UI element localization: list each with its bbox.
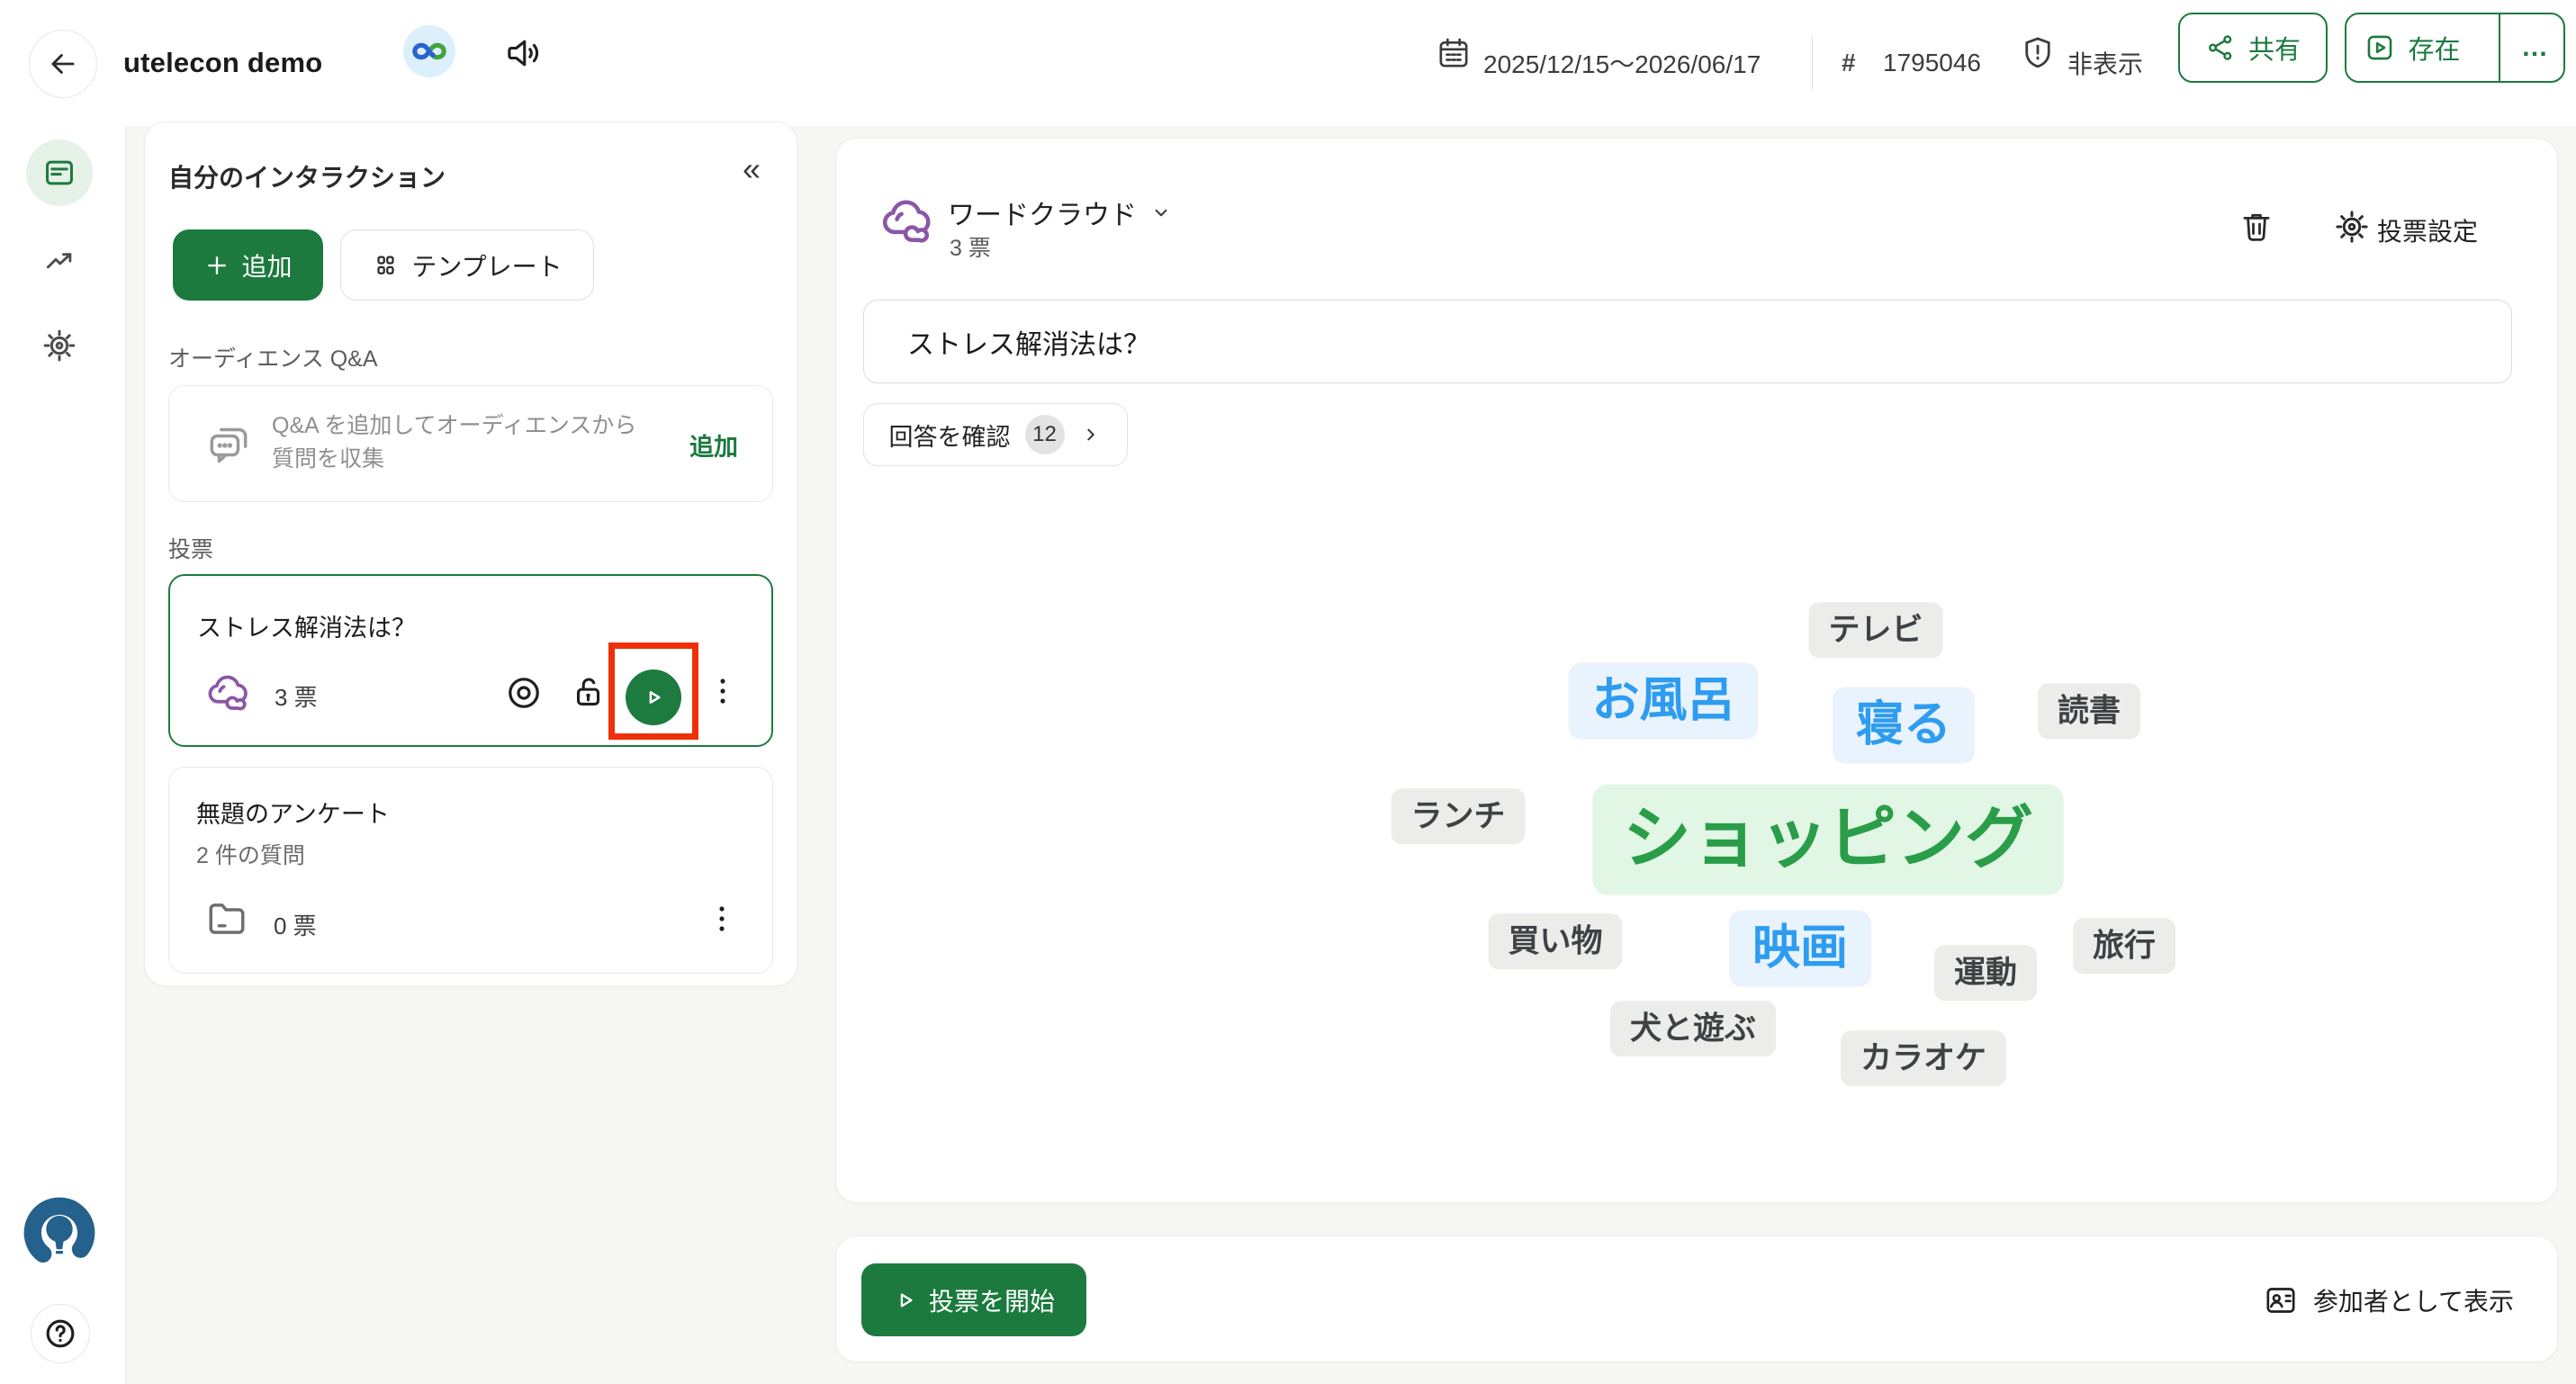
start-poll-label: 投票を開始 <box>929 1282 1055 1318</box>
wordcloud-word: ランチ <box>1391 788 1525 844</box>
poll-votes: 3 票 <box>275 679 318 713</box>
divider <box>1812 36 1813 90</box>
template-button[interactable]: テンプレート <box>340 229 594 301</box>
shield-alert-icon <box>2019 34 2057 72</box>
survey-folder-icon <box>203 895 250 942</box>
template-button-label: テンプレート <box>411 247 562 283</box>
poll-title: ストレス解消法は？ <box>197 608 416 643</box>
panel-title: 自分のインタラクション <box>168 158 446 194</box>
event-code: 1795046 <box>1883 0 1981 126</box>
survey-votes: 0 票 <box>274 908 317 941</box>
template-grid-icon <box>372 252 399 279</box>
survey-title: 無題のアンケート <box>196 795 390 830</box>
rail-item-interactions[interactable] <box>26 139 93 206</box>
qa-add-link[interactable]: 追加 <box>689 427 738 463</box>
arrow-left-icon <box>46 47 80 81</box>
wordcloud-word: 旅行 <box>2073 918 2175 974</box>
participant-window-icon <box>2263 1282 2299 1318</box>
qa-promo-card: Q&A を追加してオーディエンスから 質問を収集 追加 <box>168 385 773 502</box>
date-range: 2025/12/15〜2026/06/17 <box>1483 0 1761 126</box>
top-bar: utelecon demo 2025/12/15〜2026/06/17 <box>0 0 2576 126</box>
webex-logo-badge <box>403 25 455 77</box>
add-button-label: 追加 <box>241 247 292 283</box>
back-button[interactable] <box>29 30 97 98</box>
play-outline-icon <box>893 1288 918 1313</box>
start-poll-play-button[interactable] <box>626 670 681 725</box>
hidden-label[interactable]: 非表示 <box>2067 0 2143 126</box>
left-rail <box>0 126 126 1384</box>
calendar-icon <box>1436 35 1472 71</box>
collapse-panel-icon[interactable]: « <box>743 153 761 185</box>
wordcloud-type-icon <box>203 668 253 718</box>
view-as-participant-label: 参加者として表示 <box>2313 1282 2514 1318</box>
survey-menu-icon[interactable] <box>702 899 742 939</box>
utelecon-logo <box>21 1194 98 1272</box>
wordcloud-word: 寝る <box>1833 688 1975 764</box>
add-button[interactable]: 追加 <box>173 229 323 301</box>
chat-bubbles-icon <box>203 420 254 471</box>
wordcloud-word: テレビ <box>1808 602 1942 658</box>
present-play-icon <box>2364 32 2395 63</box>
interactions-panel: 自分のインタラクション « 追加 テンプレート オーディエンス Q&A <box>144 121 797 986</box>
poll-action-bar: 投票を開始 参加者として表示 <box>835 1236 2558 1362</box>
poll-card-survey[interactable]: 無題のアンケート 2 件の質問 0 票 <box>168 767 773 974</box>
more-options-button[interactable]: … <box>2499 14 2571 81</box>
rail-item-settings[interactable] <box>26 312 93 379</box>
poll-card-selected[interactable]: ストレス解消法は？ 3 票 <box>168 574 773 747</box>
webex-logo-icon <box>411 33 447 69</box>
qa-promo-text: Q&A を追加してオーディエンスから 質問を収集 <box>272 409 668 476</box>
question-mark-icon <box>42 1316 78 1352</box>
present-split-button: 存在 … <box>2345 13 2565 83</box>
wordcloud-word: 買い物 <box>1488 913 1622 969</box>
share-icon <box>2205 32 2236 63</box>
poll-menu-icon[interactable] <box>703 671 743 711</box>
help-button[interactable] <box>31 1304 90 1363</box>
trending-up-icon <box>42 243 77 277</box>
view-as-participant[interactable]: 参加者として表示 <box>2263 1236 2514 1363</box>
wordcloud-word: ショッピング <box>1592 785 2064 895</box>
gear-icon <box>41 328 77 364</box>
start-poll-button[interactable]: 投票を開始 <box>861 1263 1086 1336</box>
share-button[interactable]: 共有 <box>2178 13 2328 83</box>
present-button[interactable]: 存在 <box>2339 14 2486 81</box>
ellipsis-icon: … <box>2521 32 2550 63</box>
wordcloud: テレビお風呂寝る 読書ランチ ショッピング買い物 映画 運動旅行犬と遊ぶカラオケ <box>836 139 2557 1202</box>
hash-icon: # <box>1842 0 1856 126</box>
share-button-label: 共有 <box>2248 29 2301 67</box>
present-button-label: 存在 <box>2408 29 2460 67</box>
wordcloud-word: お風呂 <box>1569 663 1759 740</box>
interactions-card-icon <box>42 156 77 190</box>
lightbulb-logo-icon <box>21 1194 98 1272</box>
app-screen: utelecon demo 2025/12/15〜2026/06/17 <box>0 0 2576 1384</box>
lock-open-icon[interactable] <box>568 671 609 713</box>
rail-item-analytics[interactable] <box>26 227 93 293</box>
announcement-icon[interactable] <box>502 33 542 73</box>
wordcloud-word: 読書 <box>2038 683 2140 739</box>
results-visible-icon[interactable] <box>502 671 545 714</box>
wordcloud-word: 映画 <box>1729 911 1871 987</box>
polls-section-label: 投票 <box>168 532 213 564</box>
wordcloud-word: 犬と遊ぶ <box>1610 1001 1776 1056</box>
survey-subtitle: 2 件の質問 <box>196 838 305 870</box>
qa-section-label: オーディエンス Q&A <box>168 341 378 373</box>
plus-icon <box>203 252 230 279</box>
page-title: utelecon demo <box>123 0 322 126</box>
wordcloud-word: 運動 <box>1934 945 2037 1001</box>
wordcloud-word: カラオケ <box>1841 1030 2006 1086</box>
poll-detail-card: ワードクラウド 3 票 投票設定 回答を確認 12 <box>835 138 2558 1203</box>
